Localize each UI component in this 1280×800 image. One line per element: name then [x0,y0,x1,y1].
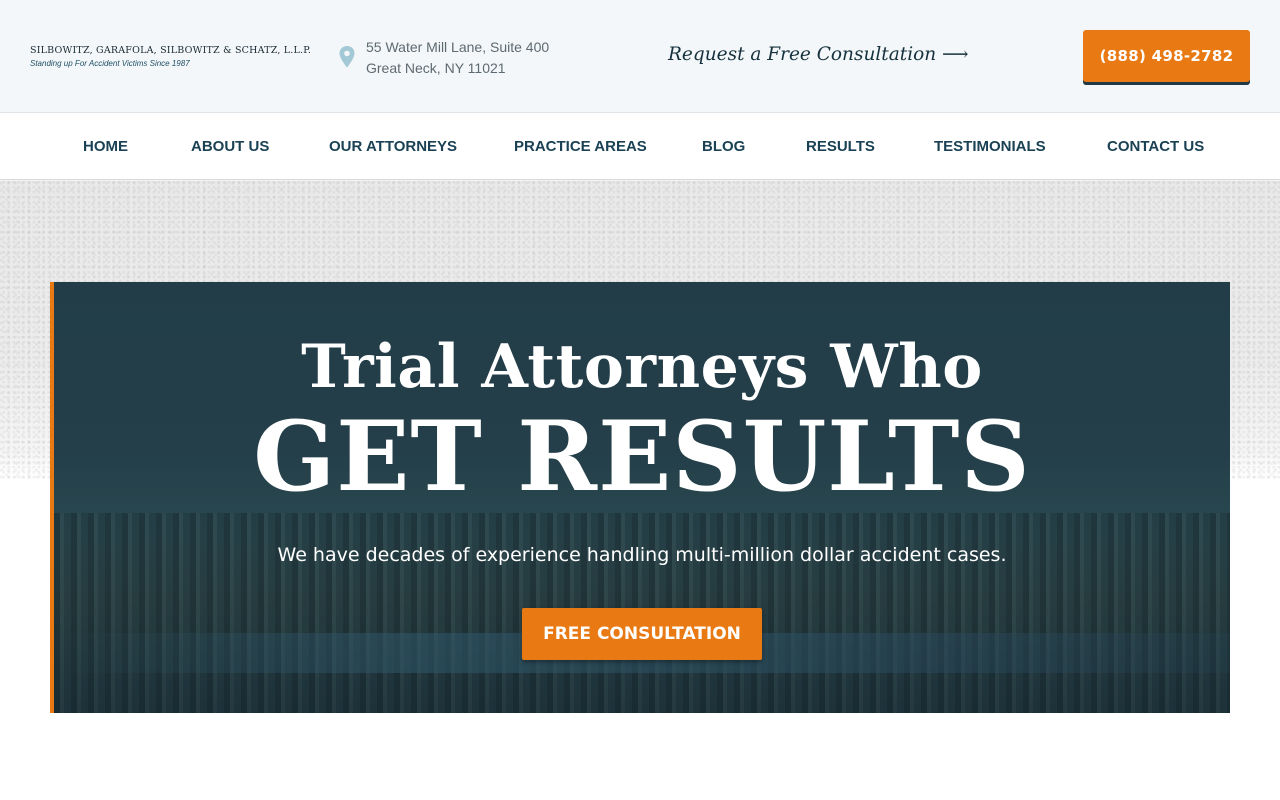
nav-item-results[interactable]: RESULTS [806,138,875,155]
phone-button[interactable]: (888) 498-2782 [1083,30,1250,82]
nav-item-practice-areas[interactable]: PRACTICE AREAS [514,138,647,155]
address-line-2: Great Neck, NY 11021 [366,60,506,76]
request-consultation-link[interactable]: Request a Free Consultation ⟶ [668,44,969,65]
nav-item-contact-us[interactable]: CONTACT US [1107,138,1204,155]
hero-heading-line-2: GET RESULTS [253,400,1031,513]
address-line-1: 55 Water Mill Lane, Suite 400 [366,39,550,55]
nav-item-home[interactable]: HOME [83,138,128,155]
free-consultation-button[interactable]: FREE CONSULTATION [522,608,762,660]
hero-heading-line-1: Trial Attorneys Who [301,332,983,402]
nav-item-testimonials[interactable]: TESTIMONIALS [934,138,1046,155]
hero-subtitle: We have decades of experience handling m… [277,544,1007,566]
firm-name: SILBOWITZ, GARAFOLA, SILBOWITZ & SCHATZ,… [30,45,312,56]
map-pin-icon [339,46,355,68]
hero-panel: Trial Attorneys Who GET RESULTS We have … [50,282,1230,713]
address-block: 55 Water Mill Lane, Suite 400 Great Neck… [338,37,549,79]
nav-item-blog[interactable]: BLOG [702,138,745,155]
nav-item-our-attorneys[interactable]: OUR ATTORNEYS [329,138,457,155]
top-header: SILBOWITZ, GARAFOLA, SILBOWITZ & SCHATZ,… [0,0,1280,113]
firm-logo[interactable]: SILBOWITZ, GARAFOLA, SILBOWITZ & SCHATZ,… [30,45,311,68]
nav-item-about-us[interactable]: ABOUT US [191,138,269,155]
firm-tagline: Standing up For Accident Victims Since 1… [30,59,190,68]
main-nav: HOME ABOUT US OUR ATTORNEYS PRACTICE ARE… [0,114,1280,180]
